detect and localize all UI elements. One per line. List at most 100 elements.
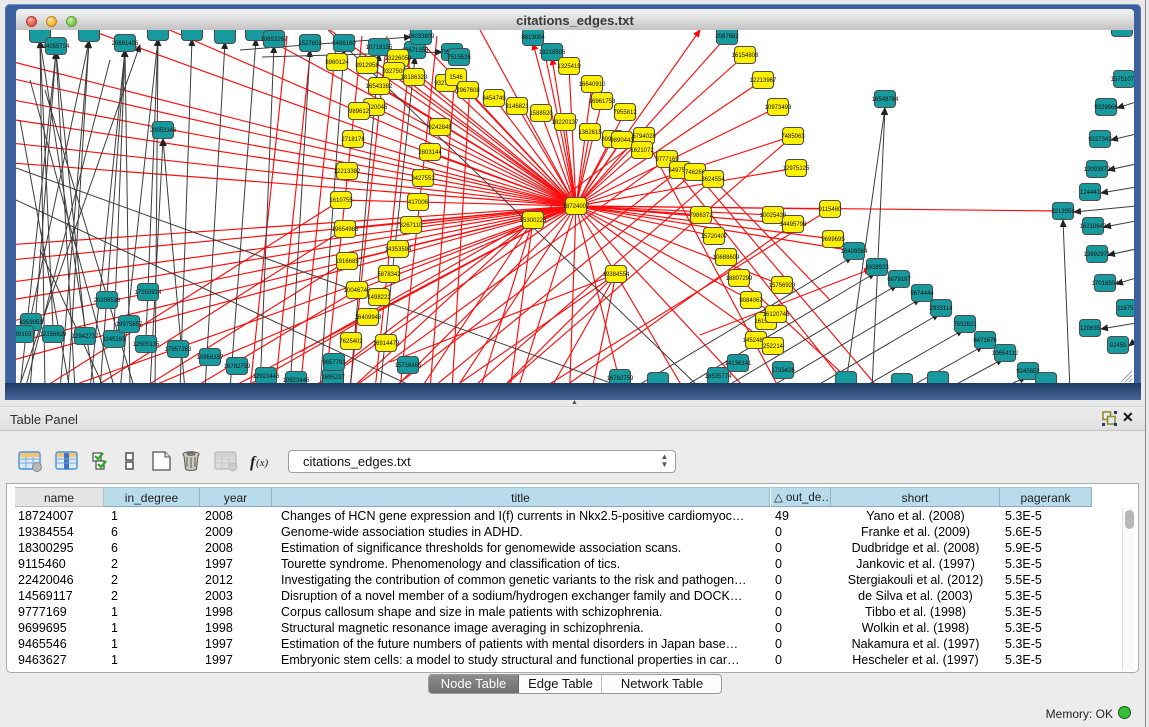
svg-text:17957263: 17957263 bbox=[165, 347, 192, 353]
svg-text:1362615: 1362615 bbox=[578, 130, 602, 136]
svg-text:18220137: 18220137 bbox=[552, 120, 579, 126]
svg-text:92450: 92450 bbox=[1110, 343, 1127, 349]
svg-text:252214: 252214 bbox=[763, 344, 784, 350]
svg-text:9146821: 9146821 bbox=[505, 104, 529, 110]
svg-text:12213382: 12213382 bbox=[334, 169, 361, 175]
svg-text:1498222: 1498222 bbox=[367, 295, 391, 301]
svg-text:8454749: 8454749 bbox=[482, 96, 506, 102]
svg-text:116753: 116753 bbox=[1117, 306, 1134, 312]
svg-text:2087682: 2087682 bbox=[715, 34, 739, 40]
svg-text:10923446: 10923446 bbox=[283, 378, 310, 383]
svg-text:9329966: 9329966 bbox=[1094, 105, 1118, 111]
svg-text:1546: 1546 bbox=[449, 75, 463, 81]
svg-text:16782759: 16782759 bbox=[224, 364, 251, 370]
svg-text:18724007: 18724007 bbox=[563, 204, 590, 210]
svg-text:16409948: 16409948 bbox=[355, 315, 382, 321]
svg-text:1621072: 1621072 bbox=[630, 148, 654, 154]
svg-text:19218506: 19218506 bbox=[539, 50, 566, 56]
svg-text:15300223: 15300223 bbox=[520, 218, 547, 224]
svg-text:14136141: 14136141 bbox=[725, 361, 752, 367]
svg-text:8912958: 8912958 bbox=[355, 63, 379, 69]
svg-text:9084067: 9084067 bbox=[739, 298, 763, 304]
svg-text:12923446: 12923446 bbox=[253, 374, 280, 380]
svg-text:9227342: 9227342 bbox=[1088, 137, 1112, 143]
svg-text:16210643: 16210643 bbox=[1080, 224, 1107, 230]
svg-text:7485063: 7485063 bbox=[781, 134, 805, 140]
svg-text:9657791: 9657791 bbox=[322, 360, 346, 366]
svg-text:8813054: 8813054 bbox=[521, 35, 545, 41]
svg-text:16782759: 16782759 bbox=[607, 376, 634, 382]
svg-text:8960124: 8960124 bbox=[325, 60, 349, 66]
svg-text:10688609: 10688609 bbox=[713, 255, 740, 261]
svg-text:1527602: 1527602 bbox=[298, 41, 322, 47]
svg-text:2933114: 2933114 bbox=[930, 306, 954, 312]
svg-text:120635: 120635 bbox=[1080, 326, 1101, 332]
svg-text:19654985: 19654985 bbox=[332, 227, 359, 233]
svg-text:18186323: 18186323 bbox=[401, 75, 428, 81]
svg-text:20053346: 20053346 bbox=[150, 128, 177, 134]
svg-text:(x): (x) bbox=[256, 457, 269, 469]
svg-text:1325419: 1325419 bbox=[557, 64, 581, 70]
svg-text:14353594: 14353594 bbox=[385, 247, 412, 253]
svg-text:12213967: 12213967 bbox=[750, 78, 777, 84]
svg-text:14055724: 14055724 bbox=[43, 44, 70, 50]
svg-text:39159: 39159 bbox=[16, 332, 32, 338]
svg-text:5878342: 5878342 bbox=[377, 272, 401, 278]
svg-text:989612: 989612 bbox=[349, 109, 370, 115]
svg-text:20206536: 20206536 bbox=[94, 298, 121, 304]
svg-text:9242848: 9242848 bbox=[428, 125, 452, 131]
svg-text:16914479: 16914479 bbox=[373, 341, 400, 347]
svg-text:15720407: 15720407 bbox=[701, 234, 728, 240]
svg-text:12975125: 12975125 bbox=[783, 166, 810, 172]
svg-text:9674444: 9674444 bbox=[910, 291, 934, 297]
svg-text:16154808: 16154808 bbox=[732, 53, 759, 59]
svg-text:9115460: 9115460 bbox=[819, 207, 843, 213]
svg-text:17016504: 17016504 bbox=[1092, 281, 1119, 287]
svg-text:10973493: 10973493 bbox=[765, 105, 792, 111]
svg-text:1588520: 1588520 bbox=[529, 111, 553, 117]
svg-text:16548784: 16548784 bbox=[872, 97, 899, 103]
svg-text:19384554: 19384554 bbox=[603, 272, 630, 278]
svg-text:13692971: 13692971 bbox=[1084, 252, 1111, 258]
svg-text:3624554: 3624554 bbox=[701, 177, 725, 183]
svg-text:16961758: 16961758 bbox=[589, 99, 616, 105]
svg-text:6879197: 6879197 bbox=[887, 277, 911, 283]
svg-text:16640910: 16640910 bbox=[579, 82, 606, 88]
svg-text:16409564: 16409564 bbox=[841, 249, 868, 255]
svg-text:12156829: 12156829 bbox=[40, 332, 67, 338]
svg-text:13226058: 13226058 bbox=[385, 56, 412, 62]
svg-text:2718176: 2718176 bbox=[341, 137, 365, 143]
svg-text:17359924: 17359924 bbox=[135, 290, 162, 296]
svg-text:12093872: 12093872 bbox=[1084, 167, 1111, 173]
svg-text:1733426: 1733426 bbox=[771, 368, 795, 374]
svg-text:6794028: 6794028 bbox=[632, 134, 656, 140]
svg-text:15756928: 15756928 bbox=[769, 283, 796, 289]
svg-text:9699695: 9699695 bbox=[821, 237, 845, 243]
svg-text:124441: 124441 bbox=[1080, 190, 1101, 196]
svg-text:10653267: 10653267 bbox=[261, 37, 288, 43]
svg-text:417006: 417006 bbox=[408, 200, 429, 206]
svg-text:8938923: 8938923 bbox=[865, 265, 889, 271]
svg-text:10654112: 10654112 bbox=[992, 351, 1019, 357]
svg-text:15751074: 15751074 bbox=[1111, 77, 1134, 83]
svg-text:7515526: 7515526 bbox=[447, 55, 471, 61]
svg-text:1695237: 1695237 bbox=[321, 375, 345, 381]
svg-text:7632621: 7632621 bbox=[953, 322, 977, 328]
svg-text:7986372: 7986372 bbox=[689, 213, 713, 219]
svg-text:1145193: 1145193 bbox=[103, 337, 127, 343]
svg-text:15716485: 15716485 bbox=[395, 363, 422, 369]
svg-text:18535774: 18535774 bbox=[705, 374, 732, 380]
svg-text:3213958: 3213958 bbox=[1051, 209, 1075, 215]
svg-text:12942737: 12942737 bbox=[72, 334, 99, 340]
svg-text:9427552: 9427552 bbox=[411, 176, 435, 182]
svg-text:3267110: 3267110 bbox=[400, 223, 424, 229]
svg-text:1610755: 1610755 bbox=[329, 198, 353, 204]
svg-text:16543382: 16543382 bbox=[366, 84, 393, 90]
svg-text:19975857: 19975857 bbox=[116, 322, 143, 328]
svg-text:6466160: 6466160 bbox=[332, 41, 356, 47]
svg-text:7625402: 7625402 bbox=[339, 339, 363, 345]
svg-text:10046746: 10046746 bbox=[344, 288, 371, 294]
svg-text:14495798: 14495798 bbox=[780, 222, 807, 228]
svg-text:12505135: 12505135 bbox=[133, 342, 160, 348]
svg-text:18807299: 18807299 bbox=[726, 276, 753, 282]
